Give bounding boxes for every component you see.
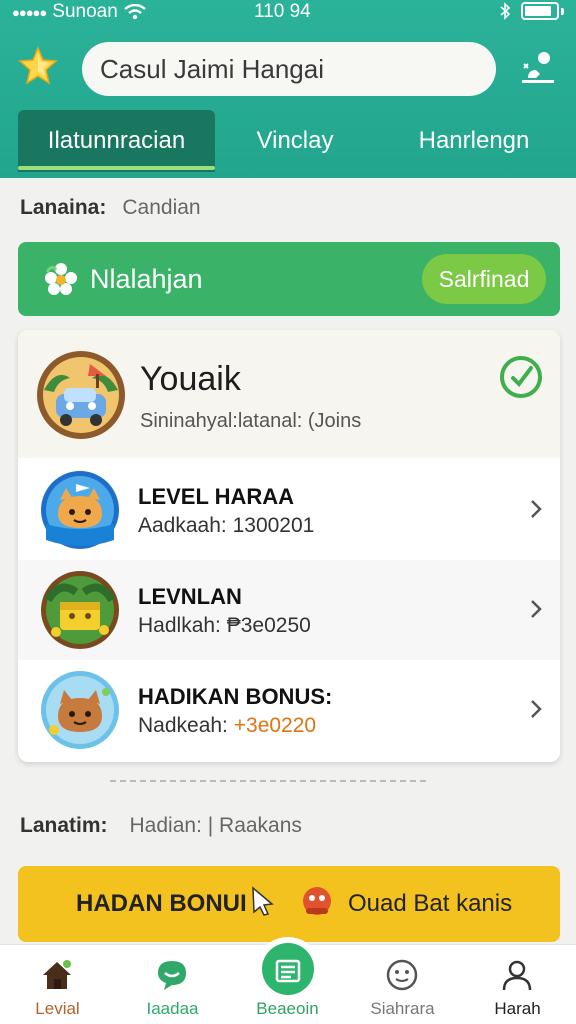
flower-icon <box>45 263 77 295</box>
item-sub-key: Hadlkah: <box>138 614 221 637</box>
item-subtitle: Aadkaah: 1300201 <box>138 514 314 538</box>
list-item[interactable]: LEVNLAN Hadlkah: ₱3e0250 <box>18 560 560 660</box>
nav-label: Beaeoin <box>256 999 319 1018</box>
item-title: LEVNLAN <box>138 584 242 609</box>
item-sub-value: ₱3e0250 <box>226 614 311 637</box>
bonus-button[interactable]: HADAN BONUI Ouad Bat kanis <box>18 866 560 942</box>
cursor-icon <box>252 886 274 916</box>
list-item[interactable]: LEVEL HARAA Aadkaah: 1300201 <box>18 460 560 560</box>
nav-label: Levial <box>35 999 80 1018</box>
filter-key: Lanatim: <box>20 814 108 837</box>
bonus-cat-avatar <box>41 671 119 749</box>
item-subtitle: Nadkeah: +3e0220 <box>138 714 316 738</box>
nav-item-iaadaa[interactable]: Iaadaa <box>115 945 230 1024</box>
chevron-right-icon <box>531 700 542 718</box>
chat-icon <box>158 961 186 990</box>
nav-label: Siahrara <box>370 999 435 1018</box>
tab-hanrlengn[interactable]: Hanrlengn <box>392 110 556 172</box>
item-sub-key: Aadkaah: <box>138 514 227 537</box>
nav-item-levial[interactable]: Levial <box>0 945 115 1024</box>
filter-value: Hadian: | Raakans <box>129 814 302 837</box>
status-bar: ●●●●● Sunoan 110 94 <box>0 0 576 26</box>
nav-label: Iaadaa <box>146 999 199 1018</box>
card-subtitle: Sininahyal:latanal: (Joins <box>140 410 362 432</box>
profile-settings-icon[interactable] <box>518 50 558 86</box>
user-icon <box>502 960 532 991</box>
app-header: ●●●●● Sunoan 110 94 Casul Jaimi Hangai I… <box>0 0 576 178</box>
nav-item-beaeoin[interactable]: Beaeoin <box>230 945 345 1024</box>
check-circle-icon[interactable] <box>498 354 544 400</box>
active-tab-indicator <box>18 166 215 170</box>
nav-item-siahrara[interactable]: Siahrara <box>345 945 460 1024</box>
tab-ilatunnracian[interactable]: Ilatunnracian <box>18 110 215 172</box>
item-sub-key: Nadkeah: <box>138 714 228 737</box>
bluetooth-icon <box>500 2 511 20</box>
banner-title: Nlalahjan <box>90 264 203 294</box>
battery-icon <box>521 2 559 20</box>
chevron-right-icon <box>531 600 542 618</box>
list-icon <box>275 959 301 983</box>
nav-item-harah[interactable]: Harah <box>460 945 575 1024</box>
item-sub-value: 1300201 <box>232 514 315 537</box>
signal-dots: ●●●●● <box>12 4 47 20</box>
bonus-left-label: HADAN BONUI <box>76 890 247 917</box>
level-card: Youaik Sininahyal:latanal: (Joins LEVEL … <box>18 330 560 762</box>
home-icon <box>43 960 71 989</box>
filter-key: Lanaina: <box>20 196 107 219</box>
cat-boat-avatar <box>41 471 119 549</box>
item-subtitle: Hadlkah: ₱3e0250 <box>138 614 311 638</box>
star-icon[interactable] <box>18 46 58 86</box>
gift-icon <box>303 887 331 915</box>
bonus-right-label: Ouad Bat kanis <box>348 890 513 917</box>
bottom-navigation: Levial Iaadaa Beaeoin Siahrara Harah <box>0 937 576 1024</box>
filter-value: Candian <box>122 196 201 219</box>
treasure-box-avatar <box>41 571 119 649</box>
filter-row-top[interactable]: Lanaina: Candian <box>20 196 201 220</box>
card-title: Youaik <box>140 360 241 398</box>
item-sub-value: +3e0220 <box>233 714 317 737</box>
banner-action-button[interactable]: Salrfinad <box>422 254 546 304</box>
clock: 110 94 <box>254 1 311 22</box>
car-island-avatar <box>37 351 125 439</box>
smiley-icon <box>386 959 418 991</box>
item-title: LEVEL HARAA <box>138 484 295 509</box>
wifi-icon <box>124 4 146 20</box>
filter-row-bottom[interactable]: Lanatim: Hadian: | Raakans <box>20 814 302 838</box>
promo-banner: Nlalahjan Salrfinad <box>18 242 560 316</box>
tab-bar: Ilatunnracian Vinclay Hanrlengn <box>0 110 576 174</box>
nav-label: Harah <box>494 999 541 1018</box>
search-input[interactable]: Casul Jaimi Hangai <box>82 42 496 96</box>
card-header[interactable]: Youaik Sininahyal:latanal: (Joins <box>18 330 560 458</box>
item-title: HADIKAN BONUS: <box>138 684 333 709</box>
dashed-divider <box>110 780 426 782</box>
carrier-name: Sunoan <box>52 1 118 22</box>
chevron-right-icon <box>531 500 542 518</box>
list-item[interactable]: HADIKAN BONUS: Nadkeah: +3e0220 <box>18 660 560 760</box>
tab-vinclay[interactable]: Vinclay <box>222 110 368 172</box>
